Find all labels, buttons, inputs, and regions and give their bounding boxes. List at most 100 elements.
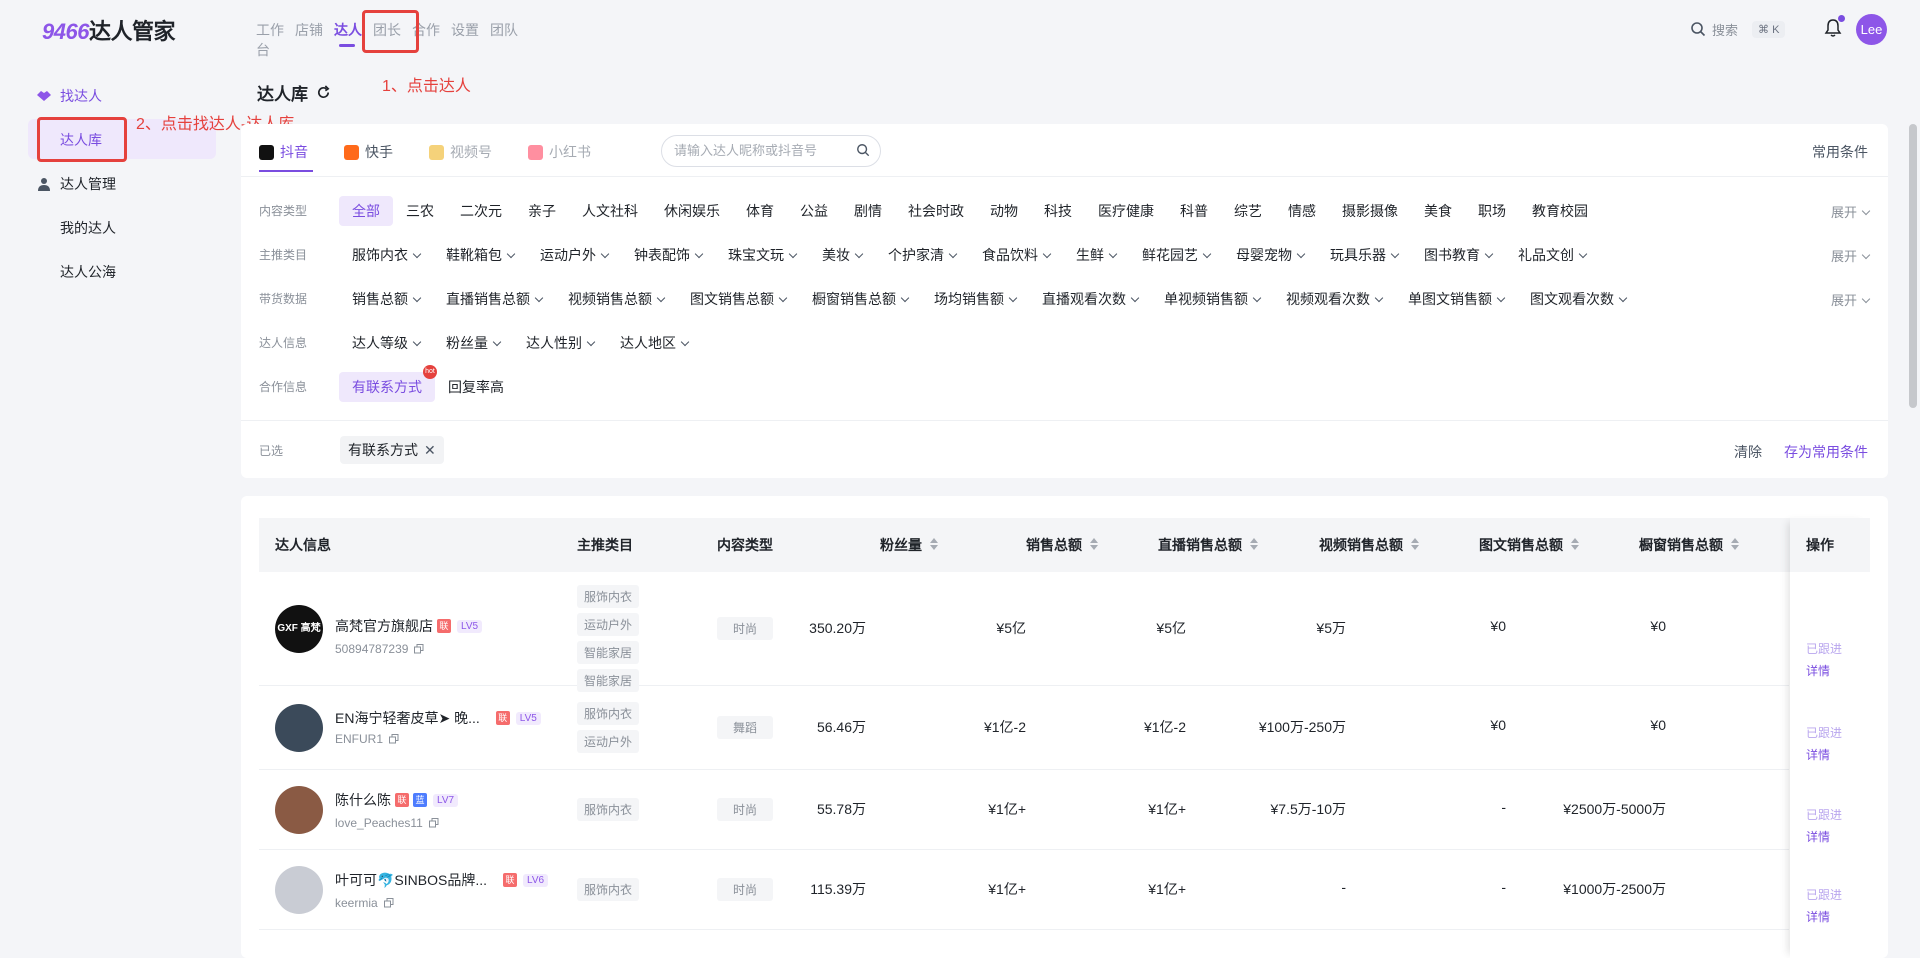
avatar[interactable] [275, 704, 323, 752]
content-type-option[interactable]: 体育 [733, 196, 787, 226]
logo[interactable]: 9466达人管家 [42, 14, 175, 46]
tab-shipinhao[interactable]: 视频号 [429, 142, 492, 162]
content-type-option[interactable]: 休闲娱乐 [651, 196, 733, 226]
kol-search-input[interactable]: 请输入达人昵称或抖音号 [661, 135, 881, 167]
kol-name[interactable]: 陈什么陈联蓝 LV7 [335, 790, 459, 810]
content-type-option[interactable]: 剧情 [841, 196, 895, 226]
category-dropdown[interactable]: 母婴宠物 [1223, 240, 1317, 270]
kol-name[interactable]: 高梵官方旗舰店联 LV5 [335, 616, 483, 636]
detail-link[interactable]: 详情 [1806, 908, 1830, 925]
category-dropdown[interactable]: 鲜花园艺 [1129, 240, 1223, 270]
tab-kuaishou[interactable]: 快手 [344, 142, 393, 162]
category-dropdown[interactable]: 鞋靴箱包 [433, 240, 527, 270]
common-conditions-button[interactable]: 常用条件 [1812, 142, 1868, 162]
content-type-option[interactable]: 全部 [339, 196, 393, 226]
user-avatar[interactable]: Lee [1856, 14, 1887, 45]
refresh-icon[interactable] [316, 85, 331, 100]
content-type-option[interactable]: 动物 [977, 196, 1031, 226]
sales-dropdown[interactable]: 橱窗销售总额 [799, 284, 921, 314]
info-dropdown[interactable]: 达人等级 [339, 328, 433, 358]
sales-dropdown[interactable]: 单图文销售额 [1395, 284, 1517, 314]
sidebar-group-kol-manage[interactable]: 达人管理 [36, 174, 116, 194]
sidebar-item-kol-pool[interactable]: 达人公海 [60, 262, 116, 282]
copy-icon[interactable] [428, 818, 439, 828]
avatar[interactable] [275, 786, 323, 834]
content-type-option[interactable]: 医疗健康 [1085, 196, 1167, 226]
copy-icon[interactable] [414, 644, 424, 654]
nav-shop[interactable]: 店铺 [295, 20, 334, 42]
content-type-option[interactable]: 职场 [1465, 196, 1519, 226]
global-search-button[interactable]: 搜索 ⌘ K [1690, 17, 1786, 41]
content-type-option[interactable]: 情感 [1275, 196, 1329, 226]
detail-link[interactable]: 详情 [1806, 828, 1830, 845]
category-dropdown[interactable]: 礼品文创 [1505, 240, 1599, 270]
column-header-sortable[interactable]: 粉丝量 [880, 518, 938, 572]
content-type-option[interactable]: 公益 [787, 196, 841, 226]
content-type-option[interactable]: 二次元 [447, 196, 515, 226]
nav-team[interactable]: 团队 [490, 20, 529, 42]
content-type-option[interactable]: 美食 [1411, 196, 1465, 226]
sort-icon[interactable] [1090, 538, 1098, 551]
clear-button[interactable]: 清除 [1734, 442, 1762, 462]
save-conditions-button[interactable]: 存为常用条件 [1784, 442, 1868, 462]
avatar[interactable]: GXF 高梵 [275, 605, 323, 653]
content-type-option[interactable]: 人文社科 [569, 196, 651, 226]
tab-xiaohongshu[interactable]: 小红书 [528, 142, 591, 162]
category-dropdown[interactable]: 玩具乐器 [1317, 240, 1411, 270]
sales-dropdown[interactable]: 直播销售总额 [433, 284, 555, 314]
column-header-sortable[interactable]: 销售总额 [1026, 518, 1098, 572]
column-header-sortable[interactable]: 橱窗销售总额 [1639, 518, 1739, 572]
sales-dropdown[interactable]: 图文观看次数 [1517, 284, 1639, 314]
sales-dropdown[interactable]: 场均销售额 [921, 284, 1029, 314]
page-scrollbar[interactable] [1909, 124, 1917, 408]
sales-dropdown[interactable]: 单视频销售额 [1151, 284, 1273, 314]
category-dropdown[interactable]: 美妆 [809, 240, 875, 270]
category-dropdown[interactable]: 运动户外 [527, 240, 621, 270]
category-dropdown[interactable]: 个护家清 [875, 240, 969, 270]
coop-option-has-contact[interactable]: 有联系方式 hot [339, 365, 437, 402]
content-type-option[interactable]: 科普 [1167, 196, 1221, 226]
category-dropdown[interactable]: 钟表配饰 [621, 240, 715, 270]
sales-dropdown[interactable]: 图文销售总额 [677, 284, 799, 314]
sidebar-item-my-kol[interactable]: 我的达人 [60, 218, 116, 238]
sales-dropdown[interactable]: 直播观看次数 [1029, 284, 1151, 314]
content-type-option[interactable]: 三农 [393, 196, 447, 226]
expand-button[interactable]: 展开 [1831, 202, 1871, 221]
nav-settings[interactable]: 设置 [451, 20, 490, 42]
content-type-option[interactable]: 科技 [1031, 196, 1085, 226]
category-dropdown[interactable]: 生鲜 [1063, 240, 1129, 270]
expand-button[interactable]: 展开 [1831, 246, 1871, 265]
coop-option-high-reply[interactable]: 回复率高 [435, 372, 517, 402]
copy-icon[interactable] [383, 898, 394, 908]
expand-button[interactable]: 展开 [1831, 290, 1871, 309]
selected-chip[interactable]: 有联系方式 ✕ [340, 436, 444, 464]
search-icon[interactable] [856, 143, 870, 157]
content-type-option[interactable]: 亲子 [515, 196, 569, 226]
content-type-option[interactable]: 摄影摄像 [1329, 196, 1411, 226]
category-dropdown[interactable]: 图书教育 [1411, 240, 1505, 270]
column-header-sortable[interactable]: 视频销售总额 [1319, 518, 1419, 572]
kol-name[interactable]: EN海宁轻奢皮草➤ 晚... 联 LV5 [335, 708, 541, 728]
sidebar-group-find-kol[interactable]: 找达人 [36, 86, 102, 106]
column-header-sortable[interactable]: 图文销售总额 [1479, 518, 1579, 572]
sort-icon[interactable] [930, 538, 938, 551]
category-dropdown[interactable]: 食品饮料 [969, 240, 1063, 270]
category-dropdown[interactable]: 珠宝文玩 [715, 240, 809, 270]
sort-icon[interactable] [1731, 538, 1739, 551]
category-dropdown[interactable]: 服饰内衣 [339, 240, 433, 270]
sales-dropdown[interactable]: 视频销售总额 [555, 284, 677, 314]
sales-dropdown[interactable]: 销售总额 [339, 284, 433, 314]
detail-link[interactable]: 详情 [1806, 662, 1830, 679]
column-header-sortable[interactable]: 直播销售总额 [1158, 518, 1258, 572]
sort-icon[interactable] [1571, 538, 1579, 551]
sort-icon[interactable] [1250, 538, 1258, 551]
content-type-option[interactable]: 社会时政 [895, 196, 977, 226]
content-type-option[interactable]: 教育校园 [1519, 196, 1601, 226]
kol-name[interactable]: 叶可可🐬SINBOS品牌... 联 LV6 [335, 870, 549, 890]
sort-icon[interactable] [1411, 538, 1419, 551]
avatar[interactable] [275, 866, 323, 914]
tab-douyin[interactable]: 抖音 [259, 142, 313, 172]
nav-workbench[interactable]: 工作台 [256, 20, 295, 58]
info-dropdown[interactable]: 达人地区 [607, 328, 701, 358]
detail-link[interactable]: 详情 [1806, 746, 1830, 763]
